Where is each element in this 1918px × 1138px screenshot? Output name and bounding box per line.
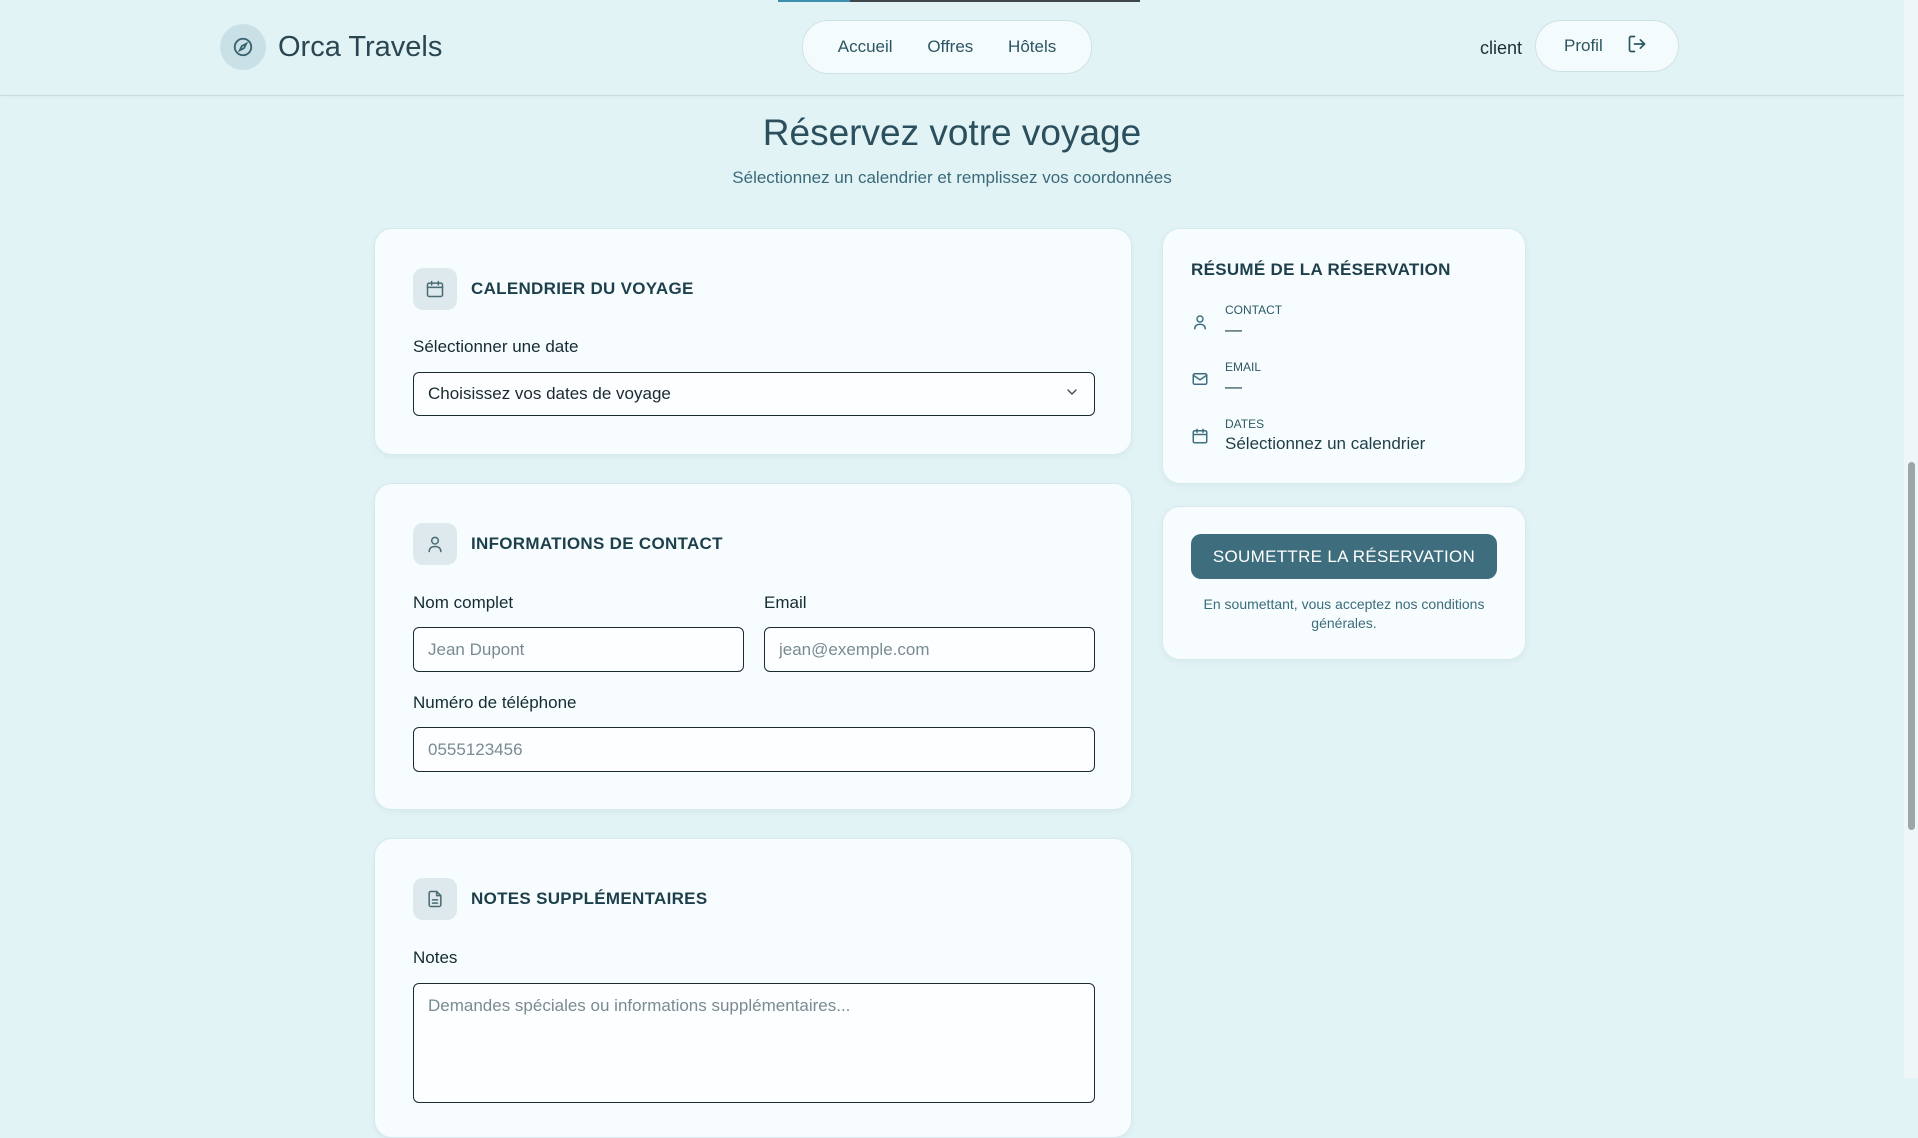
nav-offres[interactable]: Offres xyxy=(927,37,973,57)
profile-group: Profil xyxy=(1535,20,1679,72)
user-icon xyxy=(1191,313,1211,333)
notes-card-title: NOTES SUPPLÉMENTAIRES xyxy=(471,889,708,908)
mail-icon xyxy=(1191,370,1211,390)
summary-row-contact: CONTACT — xyxy=(1191,303,1282,340)
nav-accueil[interactable]: Accueil xyxy=(838,37,893,57)
page-scrollbar[interactable] xyxy=(1904,0,1918,1078)
calendar-card: CALENDRIER DU VOYAGE Sélectionner une da… xyxy=(374,228,1132,455)
compass-icon xyxy=(220,24,266,70)
name-input[interactable] xyxy=(413,627,744,672)
notes-textarea[interactable] xyxy=(413,983,1095,1103)
summary-value: — xyxy=(1225,377,1242,396)
user-icon xyxy=(413,523,457,565)
notes-label: Notes xyxy=(413,948,458,967)
notes-card: NOTES SUPPLÉMENTAIRES Notes xyxy=(374,838,1132,1138)
summary-row-email: EMAIL — xyxy=(1191,360,1261,397)
phone-label: Numéro de téléphone xyxy=(413,693,577,712)
main-nav: Accueil Offres Hôtels xyxy=(802,20,1092,74)
brand-name: Orca Travels xyxy=(278,30,443,63)
top-header: Orca Travels Accueil Offres Hôtels clien… xyxy=(0,0,1904,96)
contact-card-title: INFORMATIONS DE CONTACT xyxy=(471,534,723,553)
summary-value: Sélectionnez un calendrier xyxy=(1225,434,1426,453)
summary-card: RÉSUMÉ DE LA RÉSERVATION CONTACT — EMAIL… xyxy=(1162,228,1526,484)
calendar-card-header: CALENDRIER DU VOYAGE xyxy=(413,268,694,310)
brand-logo[interactable]: Orca Travels xyxy=(220,24,442,70)
date-select-label: Sélectionner une date xyxy=(413,337,579,356)
calendar-card-title: CALENDRIER DU VOYAGE xyxy=(471,279,694,298)
summary-key: EMAIL xyxy=(1225,360,1262,374)
calendar-icon xyxy=(1191,427,1211,447)
date-select[interactable]: Choisissez vos dates de voyage xyxy=(413,372,1095,416)
profile-link[interactable]: Profil xyxy=(1564,36,1603,56)
notes-card-header: NOTES SUPPLÉMENTAIRES xyxy=(413,878,707,920)
summary-key: DATES xyxy=(1225,417,1265,431)
page-title: Réservez votre voyage xyxy=(762,112,1142,153)
summary-key: CONTACT xyxy=(1225,303,1283,317)
terms-notice: En soumettant, vous acceptez nos conditi… xyxy=(1203,596,1485,631)
page-subtitle: Sélectionnez un calendrier et remplissez… xyxy=(732,168,1172,187)
email-input[interactable] xyxy=(764,627,1095,672)
date-select-value: Choisissez vos dates de voyage xyxy=(428,384,671,403)
scrollbar-thumb[interactable] xyxy=(1908,462,1915,830)
page-loading-bar xyxy=(778,0,1140,2)
contact-card-header: INFORMATIONS DE CONTACT xyxy=(413,523,723,565)
submit-reservation-button[interactable]: SOUMETTRE LA RÉSERVATION xyxy=(1191,534,1497,579)
email-label: Email xyxy=(764,593,807,612)
summary-value: — xyxy=(1225,320,1242,339)
summary-row-dates: DATES Sélectionnez un calendrier xyxy=(1191,417,1425,454)
calendar-icon xyxy=(413,268,457,310)
logout-icon[interactable] xyxy=(1627,34,1647,59)
nav-hotels[interactable]: Hôtels xyxy=(1008,37,1056,57)
user-role-label: client xyxy=(1480,38,1523,58)
chevron-down-icon xyxy=(1064,384,1080,405)
contact-card: INFORMATIONS DE CONTACT Nom complet Emai… xyxy=(374,483,1132,810)
name-label: Nom complet xyxy=(413,593,514,612)
summary-title: RÉSUMÉ DE LA RÉSERVATION xyxy=(1191,260,1451,279)
document-icon xyxy=(413,878,457,920)
phone-input[interactable] xyxy=(413,727,1095,772)
submit-card: SOUMETTRE LA RÉSERVATION En soumettant, … xyxy=(1162,506,1526,660)
